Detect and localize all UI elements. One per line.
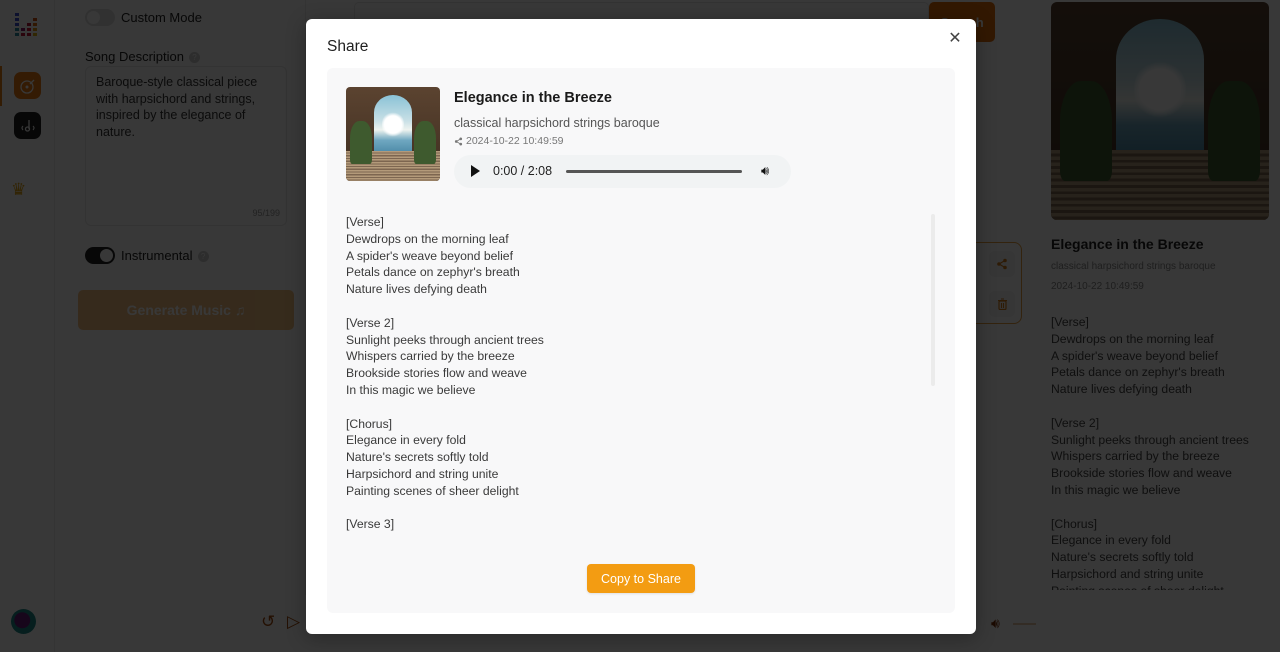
song-title: Elegance in the Breeze — [454, 90, 612, 106]
play-icon[interactable] — [471, 165, 480, 177]
share-dialog: Share ✕ Elegance in the Breeze classical… — [306, 19, 976, 634]
close-icon[interactable]: ✕ — [946, 30, 964, 48]
song-tags: classical harpsichord strings baroque — [454, 116, 660, 130]
lyrics-scrollbar[interactable] — [931, 214, 935, 386]
song-date: 2024-10-22 10:49:59 — [466, 135, 564, 147]
share-card: Elegance in the Breeze classical harpsic… — [327, 68, 955, 613]
audio-player: 0:00 / 2:08 🔊︎ — [454, 155, 791, 188]
volume-icon[interactable]: 🔊︎ — [761, 163, 769, 179]
seek-bar[interactable] — [566, 170, 742, 173]
copy-to-share-button[interactable]: Copy to Share — [587, 564, 695, 593]
playback-time: 0:00 / 2:08 — [493, 164, 553, 178]
lyrics-text: [Verse] Dewdrops on the morning leaf A s… — [346, 215, 544, 532]
song-cover-image — [346, 87, 440, 181]
dialog-title: Share — [327, 38, 369, 55]
song-date-row: 2024-10-22 10:49:59 — [454, 135, 564, 147]
share-icon — [454, 137, 463, 145]
